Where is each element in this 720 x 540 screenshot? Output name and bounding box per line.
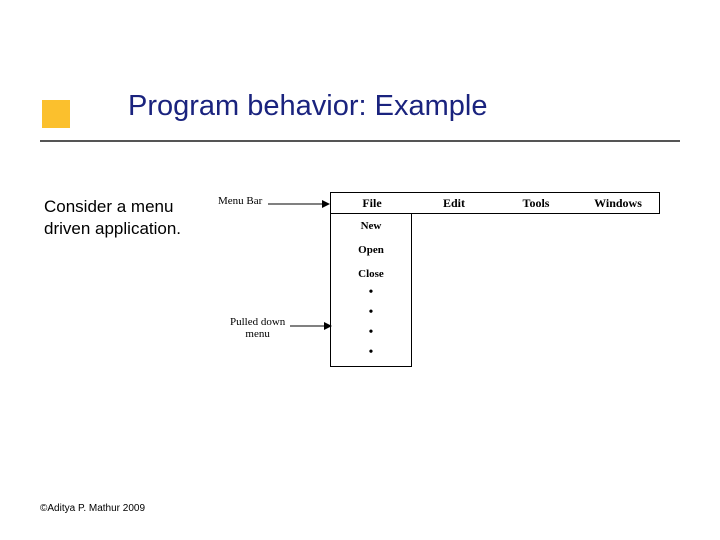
title-underline bbox=[40, 140, 680, 142]
menu-diagram: Menu Bar File Edit Tools Windows New Ope… bbox=[210, 192, 670, 492]
title-accent-square bbox=[42, 100, 70, 128]
arrow-icon bbox=[290, 320, 332, 332]
menu-item-tools: Tools bbox=[495, 196, 577, 211]
slide: Program behavior: Example Consider a men… bbox=[0, 0, 720, 540]
dropdown-item-open: Open bbox=[331, 238, 411, 262]
dropdown-item-close: Close bbox=[331, 262, 411, 286]
menu-bar-row: File Edit Tools Windows bbox=[330, 192, 660, 214]
menu-item-windows: Windows bbox=[577, 196, 659, 211]
dropdown-item-new: New bbox=[331, 214, 411, 238]
body-line-1: Consider a menu bbox=[44, 196, 181, 218]
menu-item-file: File bbox=[331, 196, 413, 211]
ellipsis-dot: • bbox=[331, 306, 411, 326]
menu-bar-label: Menu Bar bbox=[218, 195, 262, 207]
copyright-footer: ©Aditya P. Mathur 2009 bbox=[40, 503, 145, 514]
ellipsis-dot: • bbox=[331, 286, 411, 306]
dropdown-column: New Open Close • • • • bbox=[330, 214, 412, 367]
ellipsis-dot: • bbox=[331, 346, 411, 366]
body-line-2: driven application. bbox=[44, 218, 181, 240]
body-text: Consider a menu driven application. bbox=[44, 196, 181, 240]
ellipsis-dot: • bbox=[331, 326, 411, 346]
slide-title: Program behavior: Example bbox=[128, 90, 487, 123]
arrow-icon bbox=[268, 198, 330, 210]
menu-item-edit: Edit bbox=[413, 196, 495, 211]
pulled-down-label: Pulled down menu bbox=[230, 316, 285, 340]
